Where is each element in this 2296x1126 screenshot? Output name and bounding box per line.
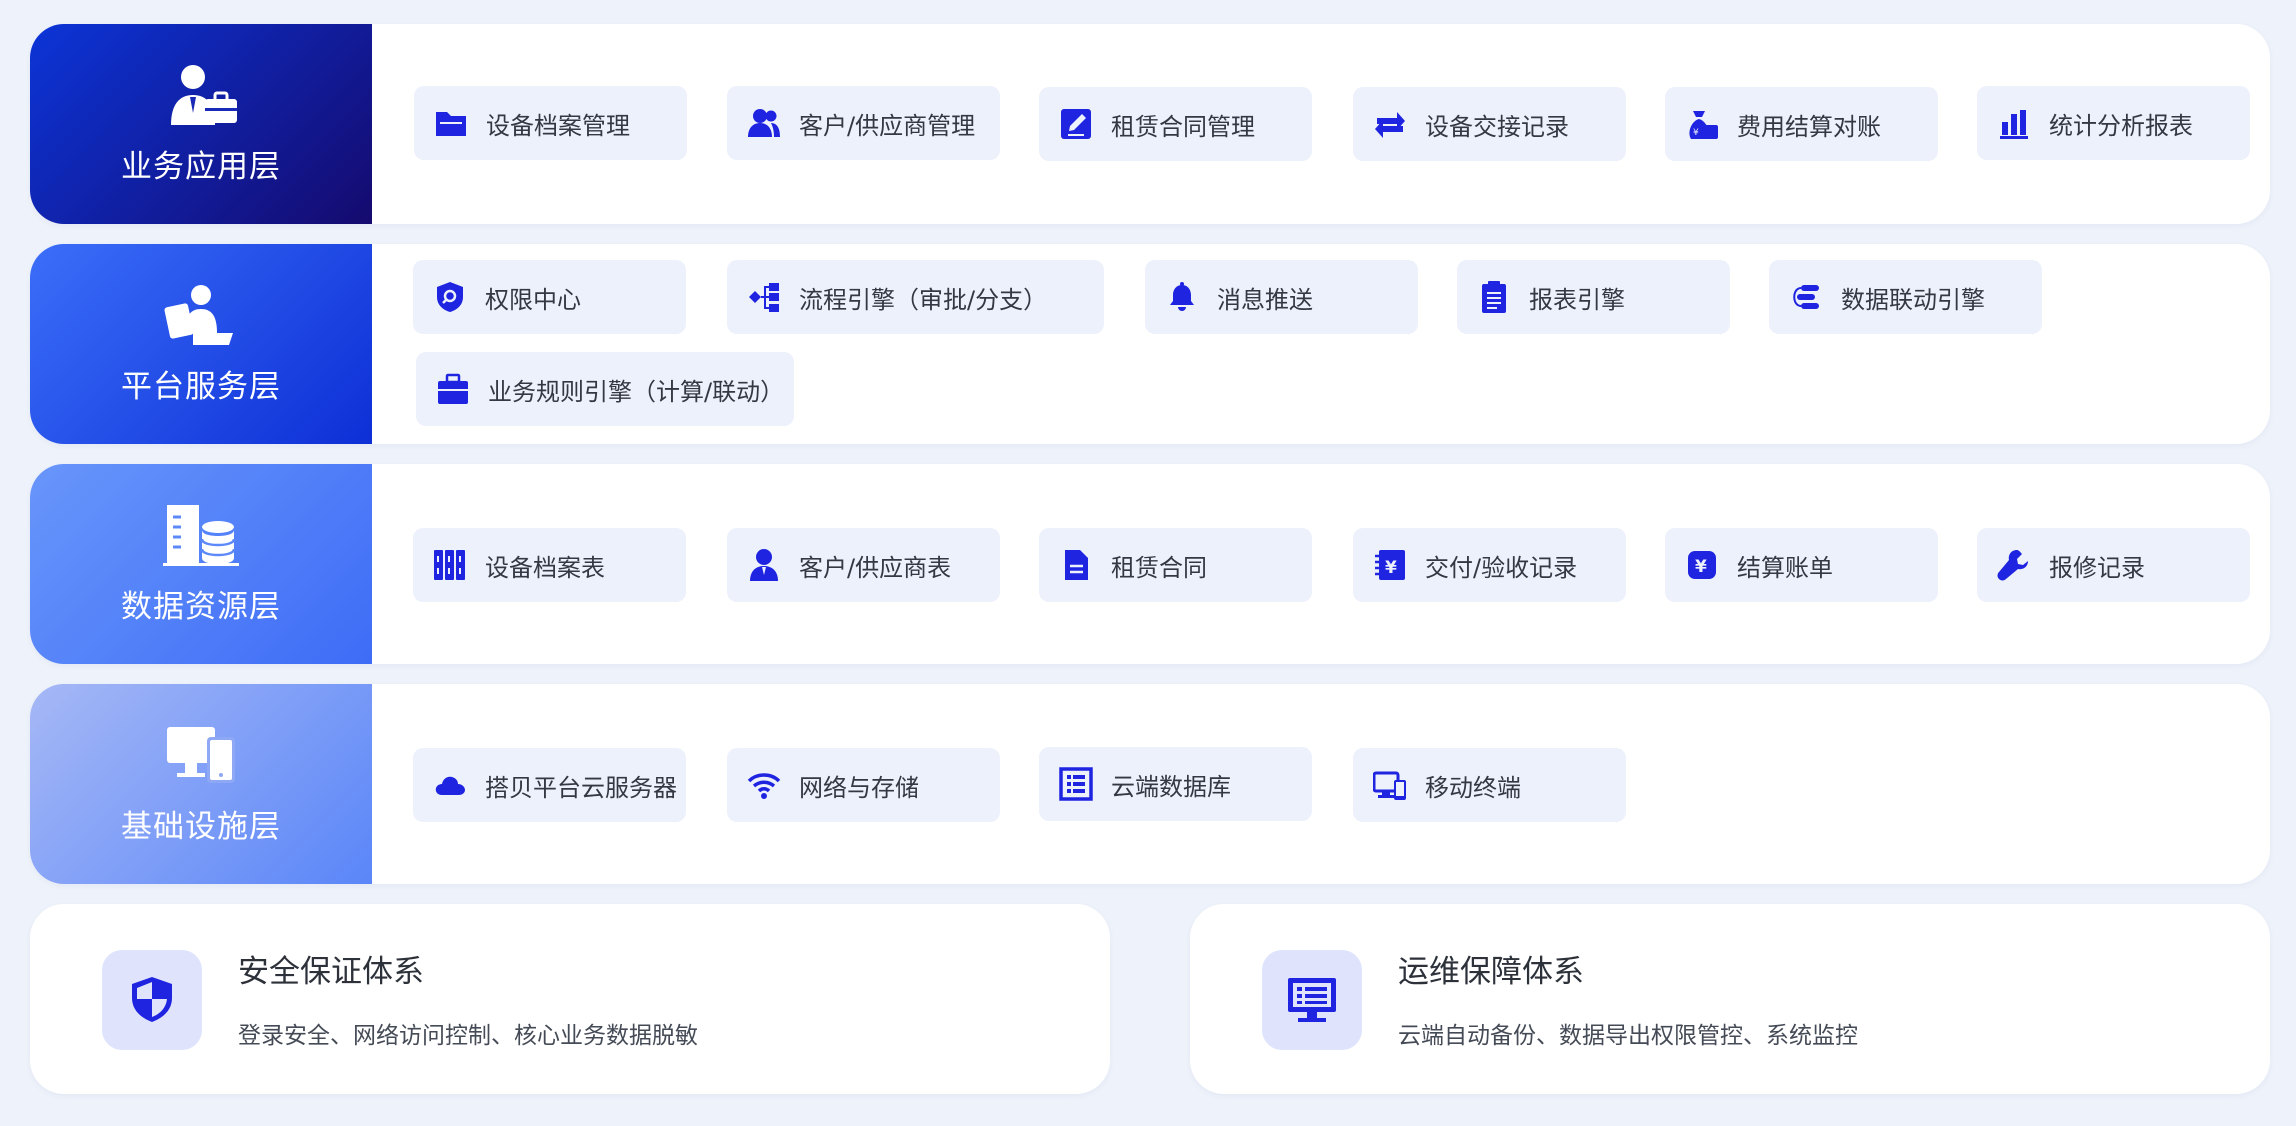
layer-title: 数据资源层 [121, 588, 281, 625]
service-label: 权限中心 [485, 285, 581, 314]
yen-badge-icon: ¥ [1685, 548, 1719, 582]
devices-icon [163, 723, 239, 787]
service-label: 消息推送 [1217, 285, 1313, 314]
building-database-icon [163, 503, 239, 567]
module-label: 统计分析报表 [2049, 111, 2193, 140]
security-card-description: 登录安全、网络访问控制、核心业务数据脱敏 [238, 1023, 698, 1049]
exchange-arrows-icon [1373, 107, 1407, 141]
service-business-rules-engine[interactable]: 业务规则引擎（计算/联动） [416, 352, 794, 426]
data-settlement-bills[interactable]: ¥ 结算账单 [1665, 528, 1938, 602]
data-lease-contracts[interactable]: 租赁合同 [1039, 528, 1312, 602]
edit-document-icon [1059, 107, 1093, 141]
shield-search-icon [433, 280, 467, 314]
bell-icon [1165, 280, 1199, 314]
infra-cloud-database[interactable]: 云端数据库 [1039, 747, 1312, 821]
operations-card-description: 云端自动备份、数据导出权限管控、系统监控 [1398, 1023, 1858, 1049]
svg-text:¥: ¥ [1695, 557, 1707, 577]
monitor-icon [1286, 974, 1338, 1026]
layer-infrastructure: 基础设施层 搭贝平台云服务器 网络与存储 云端数据库 移动终端 [30, 684, 2270, 884]
wrench-icon [1997, 548, 2031, 582]
infra-network-storage[interactable]: 网络与存储 [727, 748, 1000, 822]
infra-cloud-server[interactable]: 搭贝平台云服务器 [413, 748, 686, 822]
operations-card-title: 运维保障体系 [1398, 954, 1584, 990]
layer-business-application: 业务应用层 设备档案管理 客户/供应商管理 租赁合同管理 设备交接记录 ¥ 费用… [30, 24, 2270, 224]
service-label: 报表引擎 [1529, 285, 1625, 314]
person-at-laptop-icon [163, 283, 239, 347]
data-label: 交付/验收记录 [1425, 553, 1578, 582]
briefcase-icon [436, 372, 470, 406]
data-label: 结算账单 [1737, 553, 1833, 582]
infra-label: 移动终端 [1425, 773, 1521, 802]
service-permission-center[interactable]: 权限中心 [413, 260, 686, 334]
module-customer-supplier-management[interactable]: 客户/供应商管理 [727, 86, 1000, 160]
service-report-engine[interactable]: 报表引擎 [1457, 260, 1730, 334]
svg-text:¥: ¥ [1385, 558, 1397, 578]
data-delivery-acceptance-records[interactable]: ¥ 交付/验收记录 [1353, 528, 1626, 602]
service-label: 业务规则引擎（计算/联动） [488, 377, 785, 406]
module-label: 设备档案管理 [486, 111, 630, 140]
archive-binders-icon [433, 548, 467, 582]
business-person-icon [163, 63, 239, 127]
data-customer-supplier-table[interactable]: 客户/供应商表 [727, 528, 1000, 602]
data-repair-records[interactable]: 报修记录 [1977, 528, 2250, 602]
infra-mobile-terminal[interactable]: 移动终端 [1353, 748, 1626, 822]
layer-label: 平台服务层 [30, 244, 372, 444]
module-label: 租赁合同管理 [1111, 112, 1255, 141]
security-shield-icon [126, 974, 178, 1026]
service-message-push[interactable]: 消息推送 [1145, 260, 1418, 334]
layer-label: 业务应用层 [30, 24, 372, 224]
list-box-icon [1059, 767, 1093, 801]
operations-badge [1262, 950, 1362, 1050]
yen-notebook-icon: ¥ [1373, 548, 1407, 582]
module-label: 客户/供应商管理 [799, 111, 976, 140]
module-device-handover-records[interactable]: 设备交接记录 [1353, 87, 1626, 161]
layer-title: 平台服务层 [121, 368, 281, 405]
service-label: 流程引擎（审批/分支） [799, 285, 1048, 314]
layer-title: 业务应用层 [121, 148, 281, 185]
security-card-title: 安全保证体系 [238, 954, 424, 990]
module-statistical-analysis-reports[interactable]: 统计分析报表 [1977, 86, 2250, 160]
clipboard-icon [1477, 280, 1511, 314]
layer-platform-service: 平台服务层 权限中心 流程引擎（审批/分支） 消息推送 报表引擎 数据联动引擎 … [30, 244, 2270, 444]
service-workflow-engine[interactable]: 流程引擎（审批/分支） [727, 260, 1104, 334]
infra-label: 云端数据库 [1111, 772, 1231, 801]
module-label: 费用结算对账 [1737, 112, 1881, 141]
data-label: 租赁合同 [1111, 553, 1207, 582]
module-device-archive-management[interactable]: 设备档案管理 [414, 86, 687, 160]
layer-label: 基础设施层 [30, 684, 372, 884]
infra-label: 网络与存储 [799, 773, 919, 802]
operations-assurance-card: 运维保障体系 云端自动备份、数据导出权限管控、系统监控 [1190, 904, 2270, 1094]
data-label: 设备档案表 [485, 553, 605, 582]
data-label: 报修记录 [2049, 553, 2145, 582]
workflow-icon [747, 280, 781, 314]
svg-text:¥: ¥ [1693, 128, 1699, 138]
bar-chart-icon [1997, 106, 2031, 140]
layer-title: 基础设施层 [121, 808, 281, 845]
document-icon [1059, 548, 1093, 582]
infra-label: 搭贝平台云服务器 [485, 773, 677, 802]
module-lease-contract-management[interactable]: 租赁合同管理 [1039, 87, 1312, 161]
security-assurance-card: 安全保证体系 登录安全、网络访问控制、核心业务数据脱敏 [30, 904, 1110, 1094]
data-label: 客户/供应商表 [799, 553, 952, 582]
users-icon [747, 106, 781, 140]
money-bag-icon: ¥ [1685, 107, 1719, 141]
wifi-icon [747, 768, 781, 802]
folder-icon [434, 106, 468, 140]
data-device-archive-table[interactable]: 设备档案表 [413, 528, 686, 602]
user-icon [747, 548, 781, 582]
service-data-linkage-engine[interactable]: 数据联动引擎 [1769, 260, 2042, 334]
desktop-mobile-icon [1373, 768, 1407, 802]
layer-data-resources: 数据资源层 设备档案表 客户/供应商表 租赁合同 ¥ 交付/验收记录 ¥ 结算账… [30, 464, 2270, 664]
data-link-icon [1789, 280, 1823, 314]
module-label: 设备交接记录 [1425, 112, 1569, 141]
layer-label: 数据资源层 [30, 464, 372, 664]
service-label: 数据联动引擎 [1841, 285, 1985, 314]
module-fee-settlement-reconciliation[interactable]: ¥ 费用结算对账 [1665, 87, 1938, 161]
security-badge [102, 950, 202, 1050]
cloud-icon [433, 768, 467, 802]
